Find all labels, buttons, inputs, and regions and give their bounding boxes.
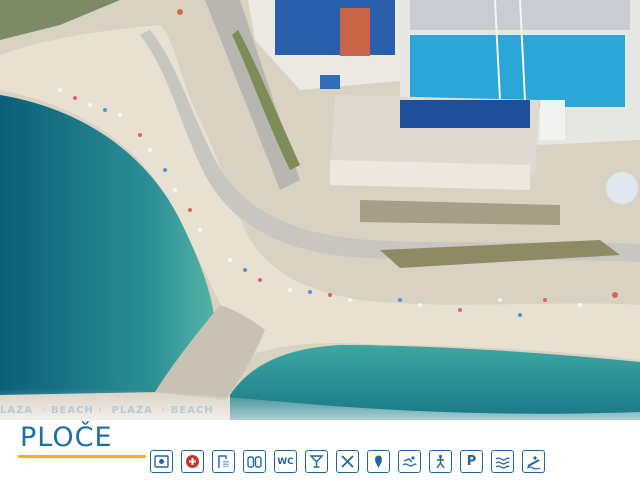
beach-name-title: PLOČE: [20, 422, 113, 453]
toilet-icon: WC: [274, 450, 297, 473]
tagline-part: · BEACH: [161, 405, 214, 416]
parking-label: P: [466, 454, 477, 469]
ice-cream-icon: [367, 450, 390, 473]
changing-cabin-icon: [243, 450, 266, 473]
title-underline: [18, 455, 146, 458]
toilet-label: WC: [277, 456, 294, 467]
tagline-part: PLAŽA: [111, 405, 153, 416]
shower-icon: [212, 450, 235, 473]
beach-tagline: LAŽA · BEACH · PLAŽA · BEACH: [0, 405, 400, 421]
swimming-icon: [398, 450, 421, 473]
parking-icon: P: [460, 450, 483, 473]
tagline-part: · BEACH ·: [41, 405, 104, 416]
amenity-icons: WC P: [150, 450, 545, 473]
water-sports-icon: [522, 450, 545, 473]
first-aid-icon: [181, 450, 204, 473]
swimming-pool-icon: [491, 450, 514, 473]
sports-icon: [429, 450, 452, 473]
bar-icon: [305, 450, 328, 473]
tagline-part: LAŽA: [0, 405, 34, 416]
restaurant-icon: [336, 450, 359, 473]
lifeguard-icon: [150, 450, 173, 473]
